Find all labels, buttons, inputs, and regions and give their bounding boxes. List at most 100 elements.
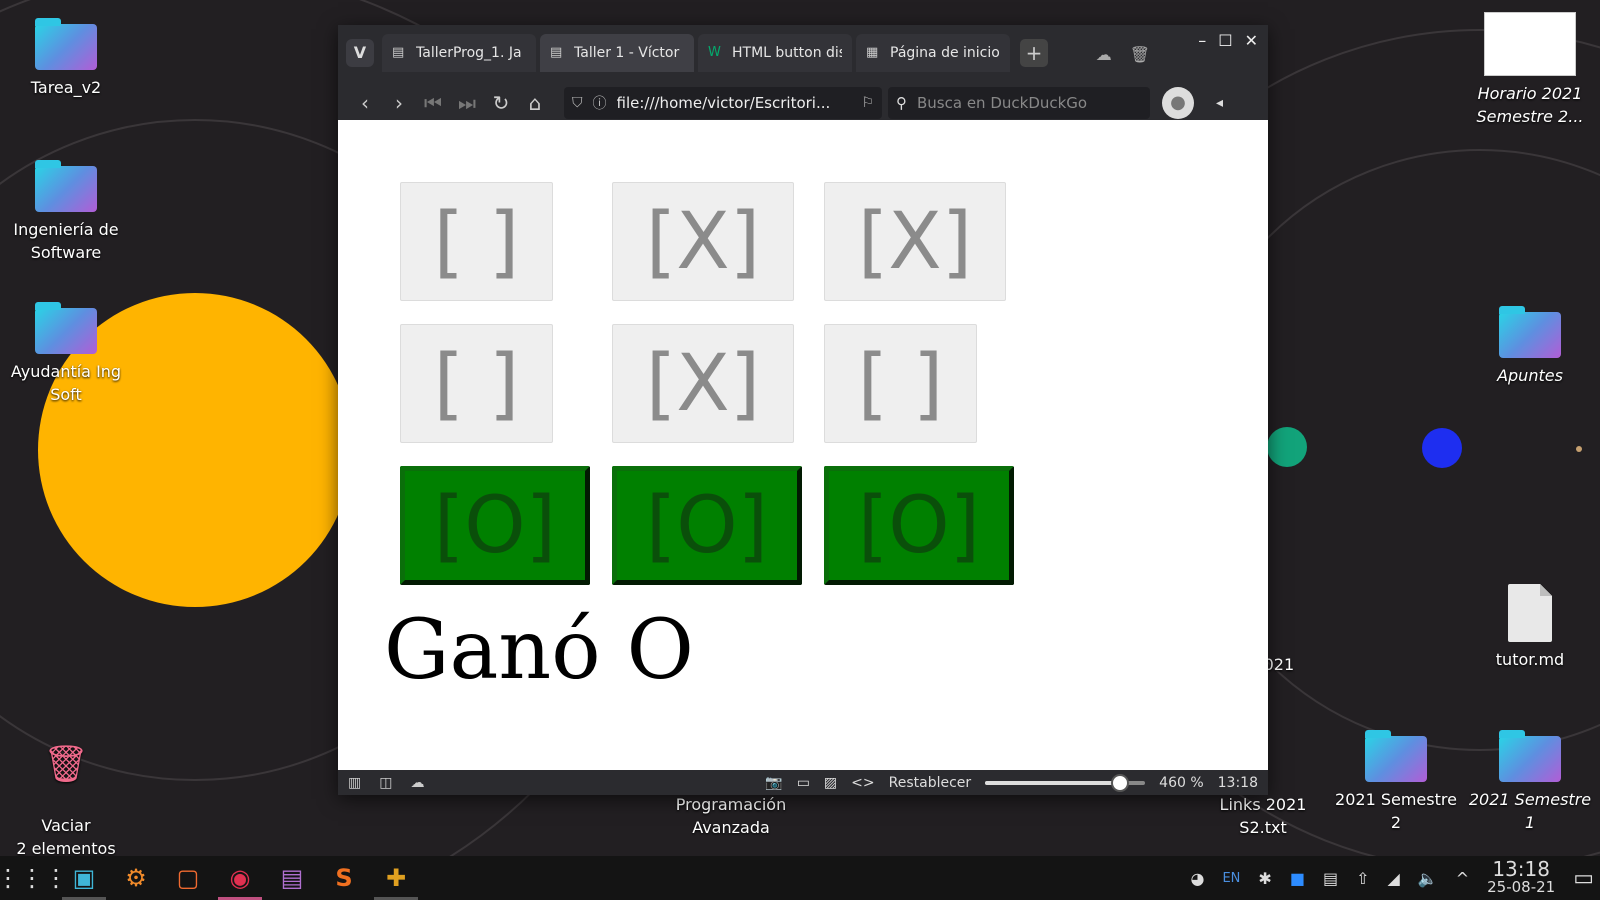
bookmark-icon[interactable]: ⚐	[861, 95, 874, 111]
desktop-icon-label: Ingeniería de Software	[13, 220, 119, 262]
vivaldi-icon[interactable]: ◉	[214, 856, 266, 900]
network-icon[interactable]: ◢	[1387, 869, 1399, 888]
board-cell-2-1[interactable]: [O]	[612, 466, 802, 585]
desktop-icon-tutor[interactable]: tutor.md	[1464, 584, 1596, 671]
terminal-icon[interactable]: ▣	[58, 856, 110, 900]
tray-expand-icon[interactable]: ^	[1456, 869, 1469, 888]
document-icon: ▤	[392, 45, 405, 60]
cloud-icon[interactable]: ☁	[410, 775, 424, 791]
back-icon[interactable]: ‹	[348, 91, 382, 115]
zoom-slider-handle[interactable]	[1110, 773, 1129, 792]
panel-toggle-icon[interactable]: ◂	[1216, 95, 1223, 111]
board-cell-0-2[interactable]: [X]	[824, 182, 1006, 301]
forward-icon[interactable]: ›	[382, 91, 416, 115]
image-icon[interactable]: ▨	[824, 775, 837, 791]
keyboard-layout[interactable]: EN	[1222, 871, 1240, 886]
file-manager-icon[interactable]: ▢	[162, 856, 214, 900]
maximize-button[interactable]: ☐	[1218, 31, 1232, 50]
vivaldi-menu-icon[interactable]: V	[346, 38, 374, 67]
shield-icon[interactable]: ⛉	[572, 95, 583, 111]
desktop-icon-label: Programación Avanzada	[675, 795, 787, 837]
board-cell-1-1[interactable]: [X]	[612, 324, 794, 443]
browser-window: V ▤ TallerProg_1. Ja ▤ Taller 1 - Víctor…	[338, 25, 1268, 795]
minimize-button[interactable]: –	[1198, 31, 1206, 50]
status-clock: 13:18	[1217, 774, 1258, 791]
tab-tallerprog[interactable]: ▤ TallerProg_1. Ja	[382, 33, 536, 72]
taskbar: ⋮⋮⋮ ▣ ⚙ ▢ ◉ ▤ S ✚ ◕ EN ✱ ■ ▤ ⇧ ◢ 🔈 ^ 13:…	[0, 856, 1600, 900]
desktop-icon-links[interactable]: Links 2021 S2.txt	[1197, 793, 1329, 839]
board-cell-2-2[interactable]: [O]	[824, 466, 1014, 585]
home-icon[interactable]: ⌂	[518, 91, 552, 115]
desktop-icon-label: Horario 2021 Semestre 2...	[1476, 84, 1584, 126]
reload-icon[interactable]: ↻	[484, 91, 518, 115]
info-icon[interactable]: ⓘ	[593, 93, 607, 113]
board-cell-0-1[interactable]: [X]	[612, 182, 794, 301]
url-field[interactable]: ⛉ ⓘ file:///home/victor/Escritori... ⚐	[564, 86, 882, 119]
clipboard-icon[interactable]: ▤	[1323, 869, 1338, 888]
document-icon: ▤	[550, 45, 563, 60]
taskbar-clock[interactable]: 13:18 25-08-21	[1487, 857, 1556, 896]
desktop-icon-apuntes[interactable]: Apuntes	[1464, 306, 1596, 387]
board-cell-1-2[interactable]: [ ]	[824, 324, 977, 443]
board-cell-1-0[interactable]: [ ]	[400, 324, 553, 443]
board-cell-0-0[interactable]: [ ]	[400, 182, 553, 301]
tab-pagina-inicio[interactable]: ▦ Página de inicio	[856, 33, 1010, 72]
tab-taller1[interactable]: ▤ Taller 1 - Víctor M	[540, 33, 694, 72]
rewind-icon[interactable]: ⏮	[416, 91, 450, 115]
url-text: file:///home/victor/Escritori...	[616, 93, 831, 112]
desktop-icon-tarea[interactable]: Tarea_v2	[0, 18, 132, 99]
system-tray: ◕ EN ✱ ■ ▤ ⇧ ◢ 🔈 ^ 13:18 25-08-21 ▭	[1190, 857, 1594, 896]
text-editor-icon[interactable]: ▤	[266, 856, 318, 900]
app-launcher-icon[interactable]: ⋮⋮⋮	[0, 856, 68, 900]
desktop-icon-horario[interactable]: Horario 2021 Semestre 2...	[1464, 12, 1596, 128]
desktop-icon-label: Ayudantía Ing Soft	[10, 362, 122, 404]
volume-icon[interactable]: 🔈	[1418, 869, 1438, 888]
profile-avatar-icon[interactable]: ●	[1162, 86, 1194, 119]
desktop-icon-2021-s2[interactable]: 2021 Semestre 2	[1330, 730, 1462, 834]
board-cell-2-0[interactable]: [O]	[400, 466, 590, 585]
folder-docs-icon	[35, 302, 97, 354]
desktop-icon-ingenieria[interactable]: Ingeniería de Software	[0, 160, 132, 264]
fast-forward-icon[interactable]: ⏭	[450, 91, 484, 115]
zoom-slider[interactable]	[985, 773, 1146, 792]
code-icon[interactable]: <>	[851, 775, 874, 791]
desktop-icon-label: Vaciar 2 elementos	[16, 816, 116, 858]
discord-icon[interactable]: ◕	[1190, 869, 1204, 888]
trash-icon[interactable]: 🗑	[1130, 45, 1150, 64]
search-placeholder: Busca en DuckDuckGo	[917, 93, 1088, 112]
status-bar: ▥ ◫ ☁ 📷 ▭ ▨ <> Restablecer 460 % 13:18	[338, 770, 1268, 795]
zoom-icon[interactable]: ■	[1290, 869, 1305, 888]
search-icon: ⚲	[896, 93, 907, 112]
settings-gear-icon[interactable]: ⚙	[110, 856, 162, 900]
desktop-icon-ayudantia[interactable]: Ayudantía Ing Soft	[0, 302, 132, 406]
desktop-icon-2021-s1[interactable]: 2021 Semestre 1	[1464, 730, 1596, 834]
image-thumbnail-icon	[1484, 12, 1576, 76]
panel-icon[interactable]: ▥	[348, 775, 361, 791]
tab-tiling-icon[interactable]: ◫	[379, 775, 392, 791]
cloud-sync-icon[interactable]: ☁	[1096, 45, 1112, 64]
window-icon[interactable]: ▭	[797, 775, 810, 791]
screenshot-icon[interactable]: 📷	[765, 775, 782, 791]
show-desktop-icon[interactable]: ▭	[1573, 866, 1594, 891]
tab-bar-tools: ☁ 🗑	[1096, 45, 1150, 64]
zoom-slider-fill	[985, 780, 1120, 785]
grid-icon: ▦	[866, 45, 879, 60]
search-field[interactable]: ⚲ Busca en DuckDuckGo	[888, 86, 1150, 119]
taskbar-date: 25-08-21	[1487, 878, 1556, 896]
tab-html-button[interactable]: W HTML button dis	[698, 33, 852, 72]
taskbar-time: 13:18	[1492, 857, 1550, 881]
desktop-icon-trash[interactable]: 🗑 Vaciar 2 elementos	[0, 722, 132, 860]
updates-icon[interactable]: ⇧	[1356, 869, 1369, 888]
sublime-icon[interactable]: S	[318, 856, 370, 900]
new-tab-button[interactable]: +	[1020, 38, 1048, 67]
desktop-icon-programacion[interactable]: Programación Avanzada	[665, 793, 797, 839]
slack-icon[interactable]: ✚	[370, 856, 422, 900]
close-button[interactable]: ✕	[1245, 31, 1258, 50]
desktop-icon-label: Links 2021 S2.txt	[1219, 795, 1307, 837]
slack-tray-icon[interactable]: ✱	[1258, 869, 1271, 888]
folder-docs-icon	[1499, 306, 1561, 358]
winner-message: Ganó O	[384, 603, 694, 698]
markdown-file-icon	[1508, 584, 1552, 642]
desktop-icon-label: 2021 Semestre 1	[1468, 790, 1592, 832]
reset-zoom-button[interactable]: Restablecer	[889, 775, 972, 791]
